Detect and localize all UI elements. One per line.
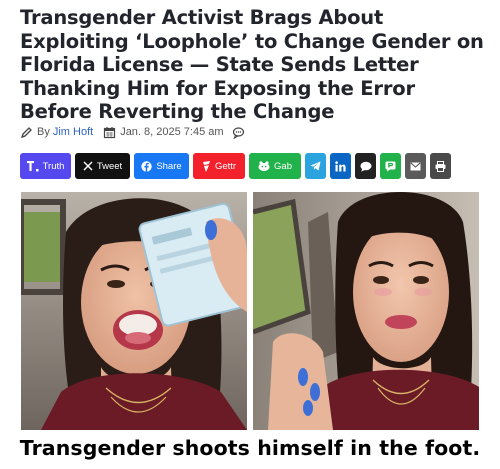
comments-button[interactable] xyxy=(355,153,376,179)
x-icon xyxy=(83,161,93,171)
email-icon xyxy=(410,161,421,171)
calendar-icon xyxy=(103,126,116,139)
gab-label: Gab xyxy=(274,160,292,172)
green-share-button[interactable] xyxy=(380,153,401,179)
print-icon xyxy=(435,160,446,172)
share-bar: Truth Tweet Share Gettr Gab xyxy=(20,153,451,179)
print-button[interactable] xyxy=(430,153,451,179)
meme-caption: Transgender shoots himself in the foot. xyxy=(19,436,481,460)
truth-icon xyxy=(26,160,39,172)
linkedin-button[interactable] xyxy=(330,153,351,179)
linkedin-icon xyxy=(335,160,346,172)
gettr-label: Gettr xyxy=(214,160,237,172)
tweet-label: Tweet xyxy=(96,160,123,172)
photo-collage xyxy=(21,192,479,430)
email-button[interactable] xyxy=(405,153,426,179)
video-still-left xyxy=(21,192,247,430)
gab-icon xyxy=(258,161,270,171)
facebook-share-button[interactable]: Share xyxy=(134,153,189,179)
telegram-icon xyxy=(310,161,321,171)
article-headline: Transgender Activist Brags About Exploit… xyxy=(20,6,484,123)
by-label: By xyxy=(37,126,50,138)
tweet-button[interactable]: Tweet xyxy=(75,153,130,179)
telegram-button[interactable] xyxy=(305,153,326,179)
chat-icon xyxy=(360,161,372,172)
truth-label: Truth xyxy=(42,160,65,172)
video-still-right xyxy=(253,192,479,430)
facebook-label: Share xyxy=(156,160,182,172)
facebook-icon xyxy=(141,160,153,172)
comment-icon[interactable] xyxy=(232,126,245,139)
article-meta: By Jim Hoft Jan. 8, 2025 7:45 am xyxy=(20,124,249,140)
gettr-icon xyxy=(202,160,211,172)
share-green-icon xyxy=(385,161,396,172)
gab-button[interactable]: Gab xyxy=(249,153,301,179)
gettr-button[interactable]: Gettr xyxy=(193,153,245,179)
truth-button[interactable]: Truth xyxy=(20,153,71,179)
publish-date: Jan. 8, 2025 7:45 am xyxy=(120,126,224,138)
author-link[interactable]: Jim Hoft xyxy=(53,126,93,138)
pencil-icon xyxy=(20,126,33,139)
